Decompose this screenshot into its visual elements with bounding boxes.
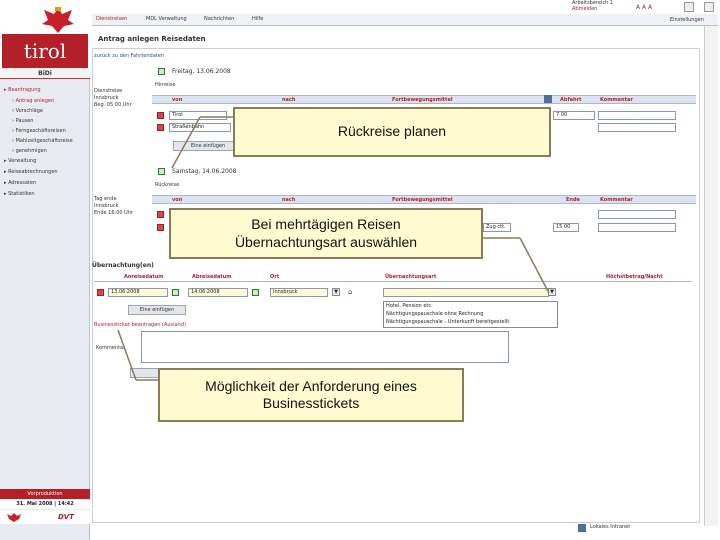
close-button[interactable] [704, 2, 714, 12]
top-bar [90, 0, 720, 14]
day1-comment2-input[interactable] [598, 123, 676, 132]
col-ende: Ende [566, 197, 580, 203]
callout-return-trip: Rückreise planen [233, 107, 551, 157]
sidebar-item[interactable]: ▸ Verwaltung [4, 158, 36, 164]
tirol-eagle-small-icon [7, 513, 21, 522]
delete-row-icon[interactable] [157, 224, 164, 231]
calendar-icon[interactable] [172, 289, 179, 296]
tab-nachrichten[interactable]: Nachrichten [204, 16, 234, 22]
col-kommentar: Kommentar [600, 97, 633, 103]
col-kommentar: Kommentar [600, 197, 633, 203]
comment-label: Kommentar [96, 345, 126, 351]
sidebar-item[interactable]: ▸ Adressaten [4, 180, 36, 186]
delete-row-icon[interactable] [157, 124, 164, 131]
day1-from2-input[interactable]: Straßenbahn [169, 123, 231, 132]
option-no-invoice[interactable]: Nächtigungspauschale ohne Rechnung [386, 310, 557, 318]
logout-link[interactable]: Abmelden [572, 6, 613, 12]
day2-means-input[interactable]: Zug ctt. [483, 223, 511, 232]
col-fortbewegung: Fortbewegungsmittel [392, 197, 453, 203]
callout-business-text: Möglichkeit der Anforderung eines Busine… [205, 377, 417, 412]
col-von: von [172, 197, 183, 203]
day2-date: Samstag, 14.06.2008 [172, 168, 237, 175]
option-hotel[interactable]: Hotel, Pension etc. [386, 302, 557, 310]
callout-overnight-text: Bei mehrtägigen Reisen Übernachtungsart … [234, 216, 418, 250]
col-abreise: Abreisedatum [192, 274, 232, 280]
minimize-button[interactable] [684, 2, 694, 12]
sidebar-item[interactable]: › Antrag anlegen [12, 98, 54, 104]
overnight-type-options[interactable]: Hotel, Pension etc. Nächtigungspauschale… [383, 301, 558, 328]
sidebar-title: BiDi [0, 68, 90, 79]
tirol-eagle-icon [42, 7, 74, 33]
settings-link[interactable]: Einstellungen [670, 17, 704, 23]
calendar-icon[interactable] [158, 68, 165, 75]
comment-textarea[interactable] [141, 331, 509, 363]
col-von: von [172, 97, 183, 103]
day1-date: Freitag, 13.06.2008 [172, 68, 231, 75]
sidebar-item[interactable]: ▸ Reiseabrechnungen [4, 169, 58, 175]
tab-hilfe[interactable]: Hilfe [252, 16, 263, 22]
dvt-logo: DVT [58, 513, 75, 521]
sidebar-item[interactable]: › Pausen [12, 118, 33, 124]
sidebar-item[interactable]: ▸ Beantragung [4, 87, 41, 93]
day1-table-header: von nach Fortbewegungsmittel Abfahrt Kom… [152, 95, 696, 104]
overnight-header: Übernachtung(en) [92, 262, 154, 269]
day1-row-label: Dienstreise Innsbruck Beg. 05 00 Uhr [94, 88, 132, 108]
delete-row-icon[interactable] [157, 211, 164, 218]
day1-from-input[interactable]: Tirol [169, 111, 227, 120]
day1-time-input[interactable]: 7 00 [553, 111, 595, 120]
overnight-add-button[interactable]: Eine einfügen [128, 305, 186, 315]
tab-mdl-verwaltung[interactable]: MDL Verwaltung [146, 16, 187, 22]
overnight-type-select[interactable] [383, 288, 549, 297]
status-text: Lokales Intranet [590, 524, 631, 530]
col-nach: nach [282, 197, 296, 203]
col-anreise: Anreisedatum [124, 274, 164, 280]
col-abfahrt: Abfahrt [560, 97, 582, 103]
sidebar-item[interactable]: ▸ Statistiken [4, 191, 35, 197]
col-ort: Ort [270, 274, 280, 280]
day2-table-header: von nach Fortbewegungsmittel Ende Kommen… [152, 195, 696, 204]
environment-label: Vorproduktion [0, 489, 90, 499]
font-size-controls[interactable]: A A A [636, 4, 652, 11]
main-tabs: Dienstreisen MDL Verwaltung Nachrichten … [92, 14, 718, 26]
business-ticket-link[interactable]: Businessticket beantragen (Ausland) [94, 322, 186, 328]
scrollbar[interactable] [704, 26, 718, 526]
calendar-icon[interactable] [252, 289, 259, 296]
day1-comment-input[interactable] [598, 111, 676, 120]
delete-row-icon[interactable] [97, 289, 104, 296]
day2-comment-input[interactable] [598, 210, 676, 219]
chevron-down-icon[interactable]: ▼ [332, 288, 340, 296]
day2-row-label: Tag ende Innsbruck Ende 16:00 Uhr [94, 196, 134, 216]
col-nach: nach [282, 97, 296, 103]
sidebar-item[interactable]: › Ferngeschäftsreisen [12, 128, 66, 134]
sidebar-item[interactable]: › Vorschläge [12, 108, 43, 114]
day2-time-input[interactable]: 15 00 [553, 223, 579, 232]
chevron-down-icon[interactable]: ▼ [548, 288, 556, 296]
day2-section: Rückreise [155, 182, 180, 188]
place-input[interactable]: Innsbruck [270, 288, 328, 297]
callout-business-ticket: Möglichkeit der Anforderung eines Busine… [158, 368, 464, 422]
page-title: Antrag anlegen Reisedaten [98, 35, 206, 43]
sidebar-item[interactable]: › genehmigen [12, 148, 47, 154]
day2-comment2-input[interactable] [598, 223, 676, 232]
sidebar-item[interactable]: › Mahlzeitgeschäftsreise [12, 138, 73, 144]
building-icon[interactable]: ⌂ [348, 288, 352, 296]
departure-date-input[interactable]: 14.06.2008 [188, 288, 248, 297]
footer-date: 31. Mai 2008 | 14:42 [0, 500, 90, 509]
delete-row-icon[interactable] [157, 112, 164, 119]
option-provided[interactable]: Nächtigungspauschale - Unterkunft bereit… [386, 318, 557, 326]
day1-section: Hinreise [155, 82, 176, 88]
globe-icon [578, 524, 586, 532]
top-right-links: Arbeitsbereich 1 Abmelden [572, 0, 613, 12]
callout-overnight-type: Bei mehrtägigen Reisen Übernachtungsart … [169, 208, 483, 259]
arrival-date-input[interactable]: 13.06.2008 [108, 288, 168, 297]
col-uebernachtungsart: Übernachtungsart [385, 274, 437, 280]
footer-logos: DVT [0, 510, 90, 524]
col-hoechstbetrag: Höchstbetrag/Nacht [606, 274, 663, 280]
col-fortbewegung: Fortbewegungsmittel [392, 97, 453, 103]
tab-dienstreisen[interactable]: Dienstreisen [96, 16, 127, 22]
calendar-icon[interactable] [158, 168, 165, 175]
tirol-logo: tirol [2, 34, 88, 68]
back-link[interactable]: zurück zu den Fahrtendaten [94, 53, 164, 59]
search-icon[interactable] [544, 95, 552, 103]
